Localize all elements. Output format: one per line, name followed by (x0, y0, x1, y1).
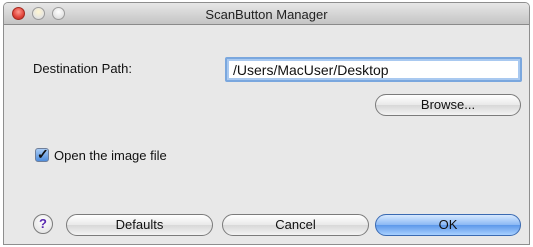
ok-button[interactable]: OK (375, 214, 521, 236)
browse-button[interactable]: Browse... (375, 94, 521, 116)
defaults-button[interactable]: Defaults (66, 214, 213, 236)
help-button[interactable]: ? (33, 214, 53, 234)
dialog-window: ScanButton Manager Destination Path: /Us… (3, 2, 530, 245)
help-icon: ? (39, 216, 47, 231)
open-image-label: Open the image file (54, 148, 167, 163)
title-bar[interactable]: ScanButton Manager (4, 3, 529, 25)
open-image-checkbox[interactable]: ✓ (35, 146, 49, 162)
destination-path-input[interactable]: /Users/MacUser/Desktop (225, 57, 522, 82)
checkmark-icon: ✓ (37, 146, 49, 162)
cancel-button[interactable]: Cancel (222, 214, 369, 236)
destination-path-label: Destination Path: (33, 61, 133, 76)
window-title: ScanButton Manager (205, 7, 328, 22)
